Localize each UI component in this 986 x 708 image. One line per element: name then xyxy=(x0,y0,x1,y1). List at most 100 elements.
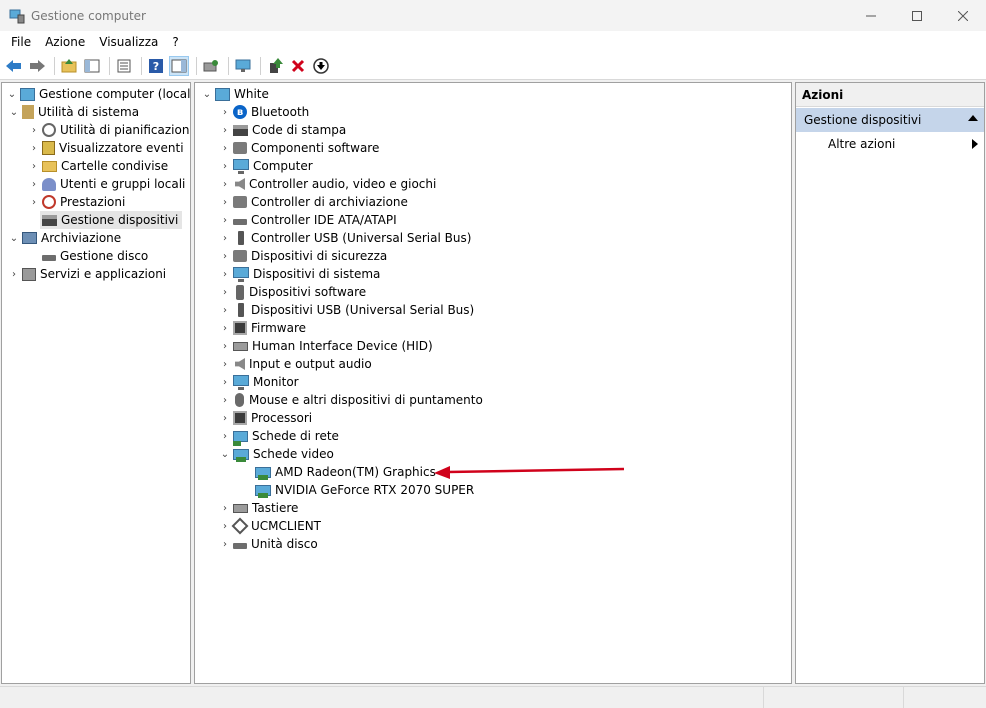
expand-chevron-icon[interactable]: › xyxy=(219,193,231,211)
expand-chevron-icon[interactable]: › xyxy=(219,265,231,283)
help-button[interactable]: ? xyxy=(146,56,166,76)
close-button[interactable] xyxy=(940,0,986,31)
collapse-chevron-icon[interactable]: ⌄ xyxy=(219,445,231,463)
actions-section-device-manager[interactable]: Gestione dispositivi xyxy=(796,108,984,132)
device-category[interactable]: › Unità disco xyxy=(219,535,318,553)
tree-item-local-users[interactable]: › Utenti e gruppi locali xyxy=(28,175,185,193)
menu-file[interactable]: File xyxy=(4,35,38,49)
expand-chevron-icon[interactable]: › xyxy=(28,157,40,175)
device-category[interactable]: › Processori xyxy=(219,409,312,427)
device-item-amd-radeon[interactable]: AMD Radeon(TM) Graphics xyxy=(253,463,436,481)
device-item-nvidia-geforce[interactable]: NVIDIA GeForce RTX 2070 SUPER xyxy=(253,481,474,499)
tree-item-event-viewer[interactable]: › Visualizzatore eventi xyxy=(28,139,184,157)
collapse-chevron-icon[interactable]: ⌄ xyxy=(201,85,213,103)
tree-item-shared-folders[interactable]: › Cartelle condivise xyxy=(28,157,168,175)
back-button[interactable] xyxy=(4,56,24,76)
disable-device-icon xyxy=(313,58,329,74)
device-category[interactable]: › Computer xyxy=(219,157,313,175)
show-hide-action-pane-button[interactable] xyxy=(169,56,189,76)
expand-chevron-icon[interactable]: › xyxy=(219,409,231,427)
expand-chevron-icon[interactable]: › xyxy=(28,139,40,157)
tree-item-services-apps[interactable]: › Servizi e applicazioni xyxy=(8,265,166,283)
device-category[interactable]: › Controller di archiviazione xyxy=(219,193,408,211)
device-category[interactable]: › Code di stampa xyxy=(219,121,346,139)
device-category[interactable]: › Componenti software xyxy=(219,139,379,157)
show-hide-tree-button[interactable] xyxy=(82,56,102,76)
expand-chevron-icon[interactable]: › xyxy=(219,283,231,301)
maximize-button[interactable] xyxy=(894,0,940,31)
expand-chevron-icon[interactable]: › xyxy=(219,139,231,157)
device-category[interactable]: › UCMCLIENT xyxy=(219,517,321,535)
expand-toggle-icon[interactable]: ⌄ xyxy=(6,85,18,103)
forward-button[interactable] xyxy=(27,56,47,76)
minimize-icon xyxy=(866,15,876,16)
expand-chevron-icon[interactable]: › xyxy=(219,211,231,229)
device-category[interactable]: › Dispositivi di sistema xyxy=(219,265,380,283)
event-log-icon xyxy=(42,141,55,155)
expand-chevron-icon[interactable]: › xyxy=(28,193,40,211)
collapse-triangle-icon[interactable] xyxy=(968,115,978,121)
network-adapter-icon xyxy=(233,430,248,446)
device-category[interactable]: › Schede di rete xyxy=(219,427,339,446)
device-category[interactable]: › Tastiere xyxy=(219,499,298,517)
properties-button[interactable] xyxy=(114,56,134,76)
menu-help[interactable]: ? xyxy=(165,35,185,49)
tree-item-label: Gestione dispositivi xyxy=(61,213,179,227)
tree-item-disk-management[interactable]: Gestione disco xyxy=(40,247,148,265)
device-category[interactable]: › Dispositivi USB (Universal Serial Bus) xyxy=(219,301,474,319)
device-category[interactable]: › Monitor xyxy=(219,373,299,391)
tree-item-computer-management[interactable]: ⌄ Gestione computer (locale) xyxy=(6,85,190,103)
expand-chevron-icon[interactable]: › xyxy=(219,391,231,409)
expand-chevron-icon[interactable]: › xyxy=(219,175,231,193)
device-category-video-adapters[interactable]: ⌄ Schede video xyxy=(219,445,334,463)
expand-chevron-icon[interactable]: › xyxy=(28,175,40,193)
expand-chevron-icon[interactable]: › xyxy=(219,499,231,517)
minimize-button[interactable] xyxy=(848,0,894,31)
expand-chevron-icon[interactable]: › xyxy=(28,121,40,139)
collapse-chevron-icon[interactable]: ⌄ xyxy=(8,103,20,121)
expand-chevron-icon[interactable]: › xyxy=(219,301,231,319)
expand-chevron-icon[interactable]: › xyxy=(219,229,231,247)
update-driver-button[interactable] xyxy=(265,56,285,76)
tree-item-device-manager[interactable]: Gestione dispositivi xyxy=(40,211,183,229)
tree-item-task-scheduler[interactable]: › Utilità di pianificazione xyxy=(28,121,191,139)
collapse-chevron-icon[interactable]: ⌄ xyxy=(8,229,20,247)
expand-chevron-icon[interactable]: › xyxy=(219,535,231,553)
menu-azione[interactable]: Azione xyxy=(38,35,92,49)
device-category[interactable]: › Input e output audio xyxy=(219,355,372,373)
device-category[interactable]: › Controller audio, video e giochi xyxy=(219,175,436,193)
device-category[interactable]: › Mouse e altri dispositivi di puntament… xyxy=(219,391,483,409)
expand-chevron-icon[interactable]: › xyxy=(219,427,231,445)
expand-chevron-icon[interactable]: › xyxy=(219,355,231,373)
expand-chevron-icon[interactable]: › xyxy=(219,157,231,175)
device-category[interactable]: › Firmware xyxy=(219,319,306,337)
disable-device-button[interactable] xyxy=(311,56,331,76)
bluetooth-icon: ʙ xyxy=(233,105,247,119)
title-bar: Gestione computer xyxy=(0,0,986,31)
expand-chevron-icon[interactable]: › xyxy=(219,121,231,139)
device-category[interactable]: › Controller IDE ATA/ATAPI xyxy=(219,211,397,229)
expand-chevron-icon[interactable]: › xyxy=(8,265,20,283)
expand-chevron-icon[interactable]: › xyxy=(219,103,231,121)
expand-chevron-icon[interactable]: › xyxy=(219,373,231,391)
monitor-button[interactable] xyxy=(233,56,253,76)
device-category[interactable]: › Controller USB (Universal Serial Bus) xyxy=(219,229,471,247)
device-category[interactable]: › ʙ Bluetooth xyxy=(219,103,309,121)
menu-visualizza[interactable]: Visualizza xyxy=(92,35,165,49)
uninstall-device-button[interactable] xyxy=(288,56,308,76)
expand-chevron-icon[interactable]: › xyxy=(219,337,231,355)
device-category[interactable]: › Human Interface Device (HID) xyxy=(219,337,433,355)
tree-item-storage[interactable]: ⌄ Archiviazione xyxy=(8,229,121,247)
tree-item-performance[interactable]: › Prestazioni xyxy=(28,193,125,211)
tree-item-label: Utilità di pianificazione xyxy=(60,123,191,137)
up-folder-button[interactable] xyxy=(59,56,79,76)
device-category[interactable]: › Dispositivi software xyxy=(219,283,366,301)
more-actions-item[interactable]: Altre azioni xyxy=(828,135,978,153)
tree-item-system-tools[interactable]: ⌄ Utilità di sistema xyxy=(8,103,139,121)
scan-hardware-button[interactable] xyxy=(201,56,221,76)
device-tree-root[interactable]: ⌄ White xyxy=(201,85,269,103)
expand-chevron-icon[interactable]: › xyxy=(219,319,231,337)
expand-chevron-icon[interactable]: › xyxy=(219,247,231,265)
expand-chevron-icon[interactable]: › xyxy=(219,517,231,535)
device-category[interactable]: › Dispositivi di sicurezza xyxy=(219,247,387,265)
